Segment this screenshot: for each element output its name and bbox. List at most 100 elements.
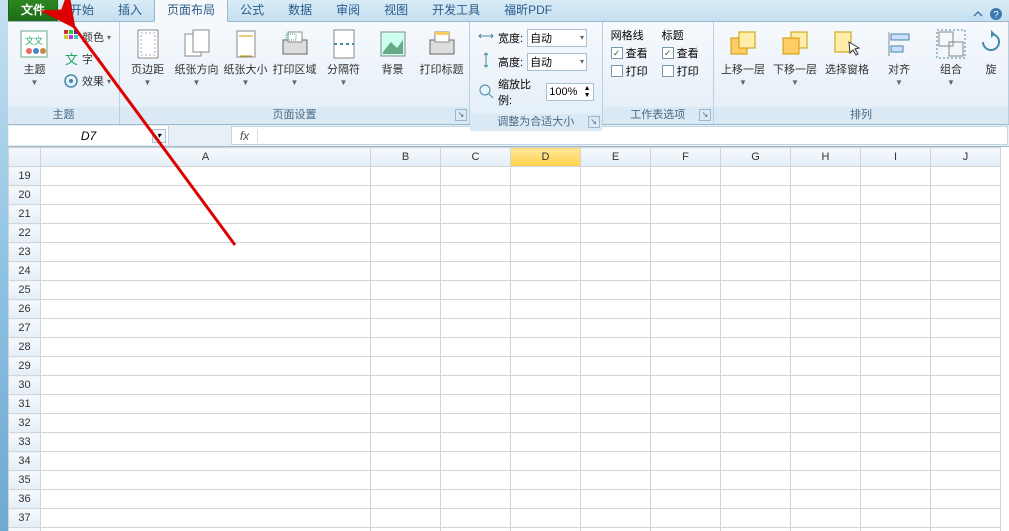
cell-D27[interactable] bbox=[511, 319, 581, 338]
cell-F32[interactable] bbox=[651, 414, 721, 433]
cell-H26[interactable] bbox=[791, 300, 861, 319]
print-area-button[interactable]: 打印区域▼ bbox=[271, 26, 318, 89]
cell-B32[interactable] bbox=[371, 414, 441, 433]
cell-F26[interactable] bbox=[651, 300, 721, 319]
fx-icon[interactable]: fx bbox=[232, 129, 258, 143]
cell-H30[interactable] bbox=[791, 376, 861, 395]
cell-J26[interactable] bbox=[931, 300, 1001, 319]
cell-I19[interactable] bbox=[861, 167, 931, 186]
name-box[interactable]: D7▾ bbox=[9, 126, 169, 145]
cell-J33[interactable] bbox=[931, 433, 1001, 452]
row-header-33[interactable]: 33 bbox=[9, 433, 41, 452]
cell-A29[interactable] bbox=[41, 357, 371, 376]
cell-H19[interactable] bbox=[791, 167, 861, 186]
cell-C23[interactable] bbox=[441, 243, 511, 262]
size-button[interactable]: 纸张大小▼ bbox=[222, 26, 269, 89]
column-header-E[interactable]: E bbox=[581, 148, 651, 167]
gridlines-print-checkbox[interactable] bbox=[611, 65, 623, 77]
cell-C27[interactable] bbox=[441, 319, 511, 338]
cell-A23[interactable] bbox=[41, 243, 371, 262]
cell-J22[interactable] bbox=[931, 224, 1001, 243]
tab-page-layout[interactable]: 页面布局 bbox=[154, 0, 228, 22]
cell-H22[interactable] bbox=[791, 224, 861, 243]
cell-C31[interactable] bbox=[441, 395, 511, 414]
cell-D30[interactable] bbox=[511, 376, 581, 395]
cell-H24[interactable] bbox=[791, 262, 861, 281]
cell-J25[interactable] bbox=[931, 281, 1001, 300]
cell-A33[interactable] bbox=[41, 433, 371, 452]
theme-effects-button[interactable]: 效果▾ bbox=[59, 70, 115, 92]
cell-B38[interactable] bbox=[371, 528, 441, 531]
cell-E33[interactable] bbox=[581, 433, 651, 452]
cell-D26[interactable] bbox=[511, 300, 581, 319]
cell-E21[interactable] bbox=[581, 205, 651, 224]
margins-button[interactable]: 页边距▼ bbox=[124, 26, 171, 89]
tab-foxit[interactable]: 福昕PDF bbox=[492, 0, 564, 21]
cell-I33[interactable] bbox=[861, 433, 931, 452]
cell-J36[interactable] bbox=[931, 490, 1001, 509]
cell-I28[interactable] bbox=[861, 338, 931, 357]
cell-D38[interactable] bbox=[511, 528, 581, 531]
cell-D37[interactable] bbox=[511, 509, 581, 528]
row-header-29[interactable]: 29 bbox=[9, 357, 41, 376]
cell-B34[interactable] bbox=[371, 452, 441, 471]
cell-I36[interactable] bbox=[861, 490, 931, 509]
cell-E26[interactable] bbox=[581, 300, 651, 319]
cell-I38[interactable] bbox=[861, 528, 931, 531]
cell-B30[interactable] bbox=[371, 376, 441, 395]
cell-I23[interactable] bbox=[861, 243, 931, 262]
group-button[interactable]: 组合▼ bbox=[926, 26, 976, 89]
cell-G27[interactable] bbox=[721, 319, 791, 338]
gridlines-view-checkbox[interactable]: ✓ bbox=[611, 47, 623, 59]
cell-D20[interactable] bbox=[511, 186, 581, 205]
cell-E31[interactable] bbox=[581, 395, 651, 414]
cell-E23[interactable] bbox=[581, 243, 651, 262]
cell-H25[interactable] bbox=[791, 281, 861, 300]
tab-dev[interactable]: 开发工具 bbox=[420, 0, 492, 21]
bring-forward-button[interactable]: 上移一层▼ bbox=[718, 26, 768, 89]
cell-D21[interactable] bbox=[511, 205, 581, 224]
row-header-35[interactable]: 35 bbox=[9, 471, 41, 490]
cell-F23[interactable] bbox=[651, 243, 721, 262]
cell-H27[interactable] bbox=[791, 319, 861, 338]
cell-C25[interactable] bbox=[441, 281, 511, 300]
cell-B35[interactable] bbox=[371, 471, 441, 490]
cell-F19[interactable] bbox=[651, 167, 721, 186]
cell-J30[interactable] bbox=[931, 376, 1001, 395]
row-header-25[interactable]: 25 bbox=[9, 281, 41, 300]
cell-H29[interactable] bbox=[791, 357, 861, 376]
cell-C34[interactable] bbox=[441, 452, 511, 471]
background-button[interactable]: 背景 bbox=[369, 26, 416, 79]
cell-H33[interactable] bbox=[791, 433, 861, 452]
cell-G35[interactable] bbox=[721, 471, 791, 490]
print-titles-button[interactable]: 打印标题 bbox=[418, 26, 465, 79]
cell-H21[interactable] bbox=[791, 205, 861, 224]
cell-A32[interactable] bbox=[41, 414, 371, 433]
cell-C20[interactable] bbox=[441, 186, 511, 205]
send-backward-button[interactable]: 下移一层▼ bbox=[770, 26, 820, 89]
cell-E24[interactable] bbox=[581, 262, 651, 281]
cell-G32[interactable] bbox=[721, 414, 791, 433]
column-header-G[interactable]: G bbox=[721, 148, 791, 167]
row-header-28[interactable]: 28 bbox=[9, 338, 41, 357]
row-header-22[interactable]: 22 bbox=[9, 224, 41, 243]
cell-A35[interactable] bbox=[41, 471, 371, 490]
cell-E30[interactable] bbox=[581, 376, 651, 395]
cell-C35[interactable] bbox=[441, 471, 511, 490]
help-icon[interactable]: ? bbox=[989, 7, 1003, 21]
cell-D29[interactable] bbox=[511, 357, 581, 376]
cell-C28[interactable] bbox=[441, 338, 511, 357]
cell-F28[interactable] bbox=[651, 338, 721, 357]
row-header-32[interactable]: 32 bbox=[9, 414, 41, 433]
cell-A38[interactable] bbox=[41, 528, 371, 531]
cell-F21[interactable] bbox=[651, 205, 721, 224]
cell-G29[interactable] bbox=[721, 357, 791, 376]
breaks-button[interactable]: 分隔符▼ bbox=[320, 26, 367, 89]
cell-A24[interactable] bbox=[41, 262, 371, 281]
minimize-ribbon-icon[interactable] bbox=[971, 7, 985, 21]
cell-E35[interactable] bbox=[581, 471, 651, 490]
cell-A22[interactable] bbox=[41, 224, 371, 243]
cell-D25[interactable] bbox=[511, 281, 581, 300]
cell-E29[interactable] bbox=[581, 357, 651, 376]
cell-J37[interactable] bbox=[931, 509, 1001, 528]
